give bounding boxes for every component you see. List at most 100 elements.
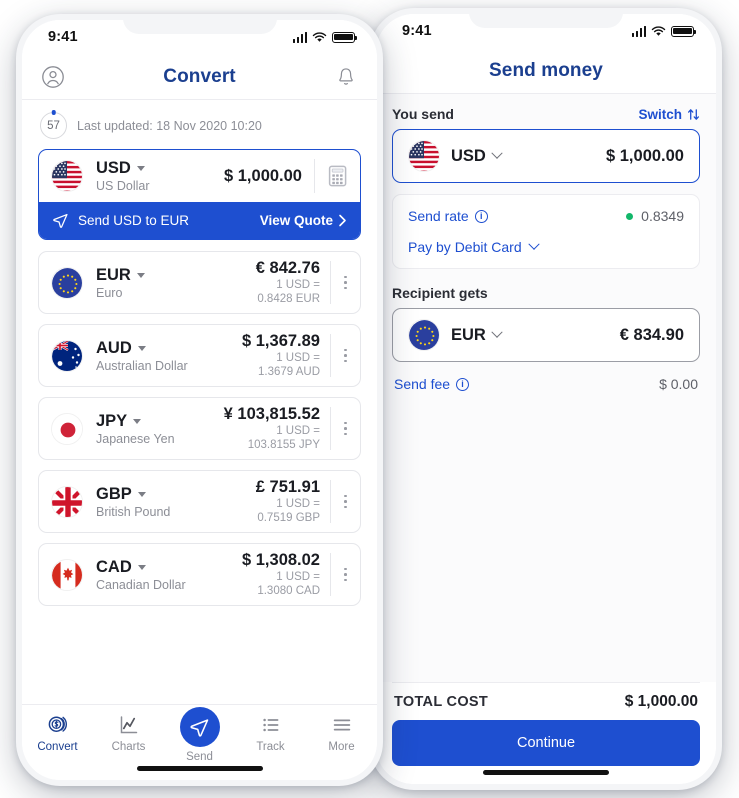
- row-menu-icon[interactable]: [330, 261, 360, 304]
- page-title: Send money: [489, 59, 603, 81]
- calculator-icon[interactable]: [314, 159, 360, 193]
- chevron-down-icon: [527, 238, 540, 250]
- row-menu-icon[interactable]: [330, 334, 360, 377]
- currency-code[interactable]: CAD: [96, 558, 242, 577]
- ca-flag-icon: [51, 558, 83, 591]
- recipient-amount-value[interactable]: € 834.90: [620, 326, 684, 345]
- phone-send-money: 9:41 Send money You send Switch USD $ 1,…: [370, 8, 722, 790]
- phone-right-screen: 9:41 Send money You send Switch USD $ 1,…: [376, 14, 716, 784]
- line-chart-icon: [120, 716, 137, 734]
- jp-flag-icon: [51, 412, 83, 445]
- currency-row-cad[interactable]: CAD Canadian Dollar $ 1,308.02 1 USD = 1…: [38, 543, 361, 606]
- chevron-right-icon: [339, 214, 346, 227]
- view-quote-button[interactable]: View Quote: [260, 213, 347, 228]
- you-send-header: You send Switch: [392, 106, 700, 122]
- swap-arrows-icon: [688, 108, 699, 120]
- battery-icon: [671, 25, 696, 37]
- tab-convert[interactable]: Convert: [22, 713, 93, 753]
- send-fee-value: $ 0.00: [659, 376, 698, 392]
- tab-more[interactable]: More: [306, 713, 377, 753]
- send-paper-plane-icon: [53, 213, 68, 228]
- you-send-currency-code: USD: [451, 147, 503, 166]
- currency-code[interactable]: GBP: [96, 485, 256, 504]
- currency-row-gbp[interactable]: GBP British Pound £ 751.91 1 USD = 0.751…: [38, 470, 361, 533]
- currency-row-aud[interactable]: AUD Australian Dollar $ 1,367.89 1 USD =…: [38, 324, 361, 387]
- info-icon[interactable]: i: [456, 377, 470, 391]
- us-flag-icon: [51, 160, 83, 192]
- notch: [122, 20, 277, 34]
- page-title: Convert: [163, 65, 236, 87]
- send-rate-value-group: 0.8349: [626, 208, 684, 224]
- base-currency-card[interactable]: USD US Dollar $ 1,000.00 Send USD to EUR…: [38, 149, 361, 240]
- convert-body: 57 Last updated: 18 Nov 2020 10:20 USD U…: [22, 100, 377, 704]
- send-quote-banner[interactable]: Send USD to EUR View Quote: [39, 202, 360, 239]
- hamburger-icon: [333, 719, 350, 731]
- send-rate-button[interactable]: Send rate i: [408, 208, 488, 224]
- base-currency-code[interactable]: USD: [96, 159, 224, 178]
- home-indicator: [136, 766, 263, 771]
- send-fee-button[interactable]: Send fee i: [394, 376, 470, 392]
- you-send-amount-field[interactable]: USD $ 1,000.00: [392, 129, 700, 183]
- chevron-down-icon: [136, 272, 145, 278]
- send-rate-label: Send rate: [408, 208, 469, 224]
- currency-name: Canadian Dollar: [96, 577, 186, 592]
- chevron-down-icon: [137, 345, 146, 351]
- au-flag-icon: [51, 339, 83, 372]
- currency-info: CAD Canadian Dollar: [96, 558, 242, 592]
- status-bar: 9:41: [376, 14, 716, 48]
- send-money-body: You send Switch USD $ 1,000.00 Send rate…: [376, 94, 716, 682]
- tab-track[interactable]: Track: [235, 713, 306, 753]
- recipient-amount-field[interactable]: EUR € 834.90: [392, 308, 700, 362]
- currency-amount: € 842.76: [255, 258, 320, 277]
- chevron-down-icon: [137, 564, 146, 570]
- tab-label: Convert: [37, 741, 78, 753]
- currency-rate-line2: 1.3679 AUD: [257, 366, 320, 378]
- currency-code[interactable]: EUR: [96, 266, 256, 285]
- profile-icon[interactable]: [40, 64, 66, 90]
- you-send-amount-value[interactable]: $ 1,000.00: [606, 147, 684, 166]
- currency-info: EUR Euro: [96, 266, 256, 300]
- base-currency-row[interactable]: USD US Dollar $ 1,000.00: [39, 150, 360, 202]
- bell-icon[interactable]: [333, 64, 359, 90]
- base-amount-wrap[interactable]: $ 1,000.00: [224, 167, 314, 186]
- row-menu-icon[interactable]: [330, 553, 360, 596]
- chevron-down-icon: [137, 491, 146, 497]
- refresh-countdown-badge[interactable]: 57: [40, 112, 67, 139]
- total-cost-value: $ 1,000.00: [624, 693, 698, 710]
- send-rate-value: 0.8349: [641, 208, 684, 224]
- send-fee-row: Send fee i $ 0.00: [392, 376, 700, 392]
- recipient-currency-selector[interactable]: EUR: [408, 319, 503, 351]
- total-cost-label: TOTAL COST: [394, 694, 489, 710]
- currency-amount-wrap: € 842.76 1 USD = 0.8428 EUR: [256, 259, 330, 307]
- view-quote-label: View Quote: [259, 213, 333, 228]
- currency-info: AUD Australian Dollar: [96, 339, 242, 373]
- info-icon[interactable]: i: [474, 209, 488, 223]
- row-menu-icon[interactable]: [330, 480, 360, 523]
- currency-rate-line2: 103.8155 JPY: [247, 439, 320, 451]
- currency-code[interactable]: JPY: [96, 412, 224, 431]
- currency-row-jpy[interactable]: JPY Japanese Yen ¥ 103,815.52 1 USD = 10…: [38, 397, 361, 460]
- currency-info: GBP British Pound: [96, 485, 256, 519]
- eu-flag-icon: [408, 319, 440, 351]
- tab-charts[interactable]: Charts: [93, 713, 164, 753]
- switch-button[interactable]: Switch: [638, 107, 700, 122]
- send-paper-plane-icon: [190, 718, 209, 737]
- send-fab-button[interactable]: [179, 707, 220, 747]
- currency-code-text: AUD: [96, 338, 132, 357]
- currency-row-eur[interactable]: EUR Euro € 842.76 1 USD = 0.8428 EUR: [38, 251, 361, 314]
- currency-rate-line2: 0.7519 GBP: [257, 512, 320, 524]
- continue-button[interactable]: Continue: [392, 720, 700, 766]
- currency-rate-line2: 1.3080 CAD: [257, 585, 320, 597]
- coins-icon: [48, 716, 67, 732]
- currency-rate-line1: 1 USD =: [276, 424, 320, 437]
- tab-send[interactable]: Send: [164, 707, 235, 763]
- currency-code[interactable]: AUD: [96, 339, 242, 358]
- currency-code-text: CAD: [96, 557, 132, 576]
- currency-rate-line1: 1 USD =: [276, 278, 320, 291]
- you-send-currency-selector[interactable]: USD: [408, 140, 503, 172]
- base-amount-value[interactable]: $ 1,000.00: [224, 167, 302, 186]
- pay-method-selector[interactable]: Pay by Debit Card: [408, 238, 684, 255]
- row-menu-icon[interactable]: [330, 407, 360, 450]
- currency-amount-wrap: $ 1,308.02 1 USD = 1.3080 CAD: [242, 551, 330, 599]
- wifi-icon: [651, 25, 666, 36]
